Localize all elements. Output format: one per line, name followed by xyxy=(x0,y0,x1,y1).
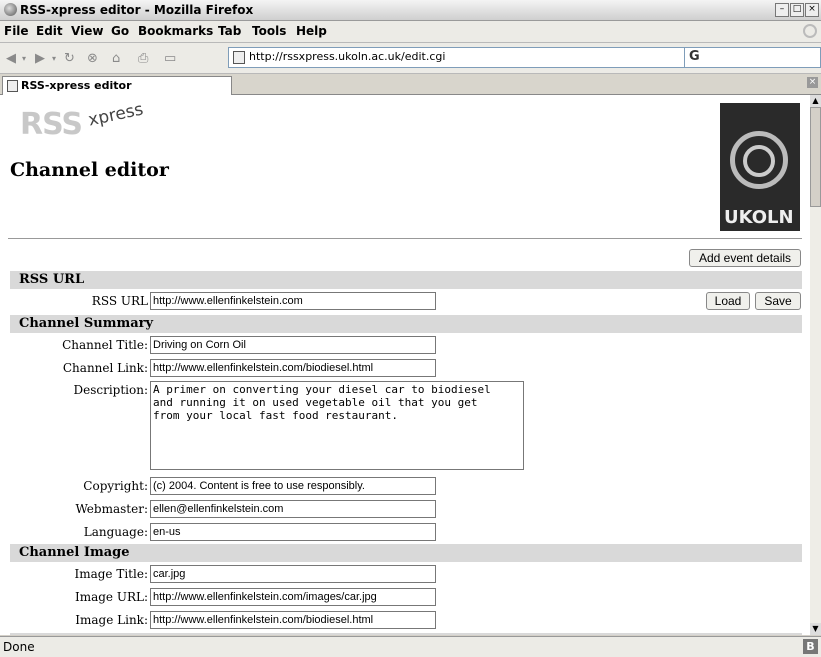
menu-file[interactable]: File xyxy=(4,24,29,38)
section-channel-image-header: Channel Image xyxy=(19,545,130,560)
print-icon[interactable]: ⎙ xyxy=(138,51,148,66)
reload-icon[interactable]: ↻ xyxy=(64,51,75,66)
channel-link-label: Channel Link: xyxy=(62,361,148,375)
channel-link-input[interactable]: http://www.ellenfinkelstein.com/biodiese… xyxy=(150,359,436,377)
add-event-details-button[interactable]: Add event details xyxy=(689,249,801,267)
google-search-icon: G xyxy=(689,49,700,64)
window-titlebar: RSS-xpress editor - Mozilla Firefox – □ … xyxy=(0,0,821,21)
throbber-icon xyxy=(803,24,817,38)
vertical-scrollbar[interactable]: ▲ ▼ xyxy=(810,95,821,635)
copyright-input[interactable]: (c) 2004. Content is free to use respons… xyxy=(150,477,436,495)
image-link-label: Image Link: xyxy=(75,613,148,627)
search-box[interactable]: G xyxy=(684,47,821,68)
page-icon xyxy=(233,51,245,64)
rss-url-input[interactable]: http://www.ellenfinkelstein.com xyxy=(150,292,436,310)
window-controls: – □ × xyxy=(775,3,819,17)
menu-view[interactable]: View xyxy=(71,24,103,38)
window-title: RSS-xpress editor - Mozilla Firefox xyxy=(20,3,254,17)
section-rss-url: RSS URL xyxy=(10,271,802,289)
image-url-label: Image URL: xyxy=(74,590,148,604)
divider xyxy=(8,238,802,239)
scroll-down-icon[interactable]: ▼ xyxy=(810,623,821,635)
close-icon[interactable]: × xyxy=(805,3,819,17)
rss-xpress-logo: RSS xpress xyxy=(20,99,160,143)
tab-rss-xpress-editor[interactable]: RSS-xpress editor xyxy=(2,76,232,95)
logo-xpress-text: xpress xyxy=(86,99,146,131)
page-setup-icon[interactable]: ▭ xyxy=(164,51,176,66)
language-label: Language: xyxy=(83,525,148,539)
description-textarea[interactable]: A primer on converting your diesel car t… xyxy=(150,381,524,470)
webmaster-input[interactable]: ellen@ellenfinkelstein.com xyxy=(150,500,436,518)
page-content: RSS xpress Channel editor UKOLN Add even… xyxy=(0,95,810,635)
maximize-icon[interactable]: □ xyxy=(790,3,804,17)
description-label: Description: xyxy=(73,383,148,397)
webmaster-label: Webmaster: xyxy=(75,502,148,516)
menu-tab[interactable]: Tab xyxy=(218,24,241,38)
logo-rss-text: RSS xyxy=(20,107,83,142)
ukoln-logo-text: UKOLN xyxy=(724,207,794,228)
menu-edit[interactable]: Edit xyxy=(36,24,63,38)
back-dropdown-icon[interactable]: ▾ xyxy=(22,54,26,63)
rss-url-label: RSS URL xyxy=(91,294,148,308)
menu-bookmarks[interactable]: Bookmarks xyxy=(138,24,213,38)
tab-bar: RSS-xpress editor × xyxy=(0,74,821,95)
menu-help[interactable]: Help xyxy=(296,24,327,38)
firefox-icon xyxy=(4,3,17,16)
ukoln-eye-inner xyxy=(743,145,775,177)
image-title-label: Image Title: xyxy=(74,567,148,581)
status-text: Done xyxy=(3,640,35,654)
menu-bar: File Edit View Go Bookmarks Tab Tools He… xyxy=(0,21,821,43)
channel-title-label: Channel Title: xyxy=(62,338,148,352)
home-icon[interactable]: ⌂ xyxy=(112,51,120,66)
image-url-input[interactable]: http://www.ellenfinkelstein.com/images/c… xyxy=(150,588,436,606)
url-bar[interactable]: http://rssxpress.ukoln.ac.uk/edit.cgi ▼ xyxy=(228,47,727,68)
forward-dropdown-icon[interactable]: ▾ xyxy=(52,54,56,63)
status-bar: Done B xyxy=(0,636,821,657)
navigation-toolbar: ◀ ▾ ▶ ▾ ↻ ⊗ ⌂ ⎙ ▭ http://rssxpress.ukoln… xyxy=(0,43,821,74)
section-channel-summary: Channel Summary xyxy=(10,315,802,333)
image-link-input[interactable]: http://www.ellenfinkelstein.com/biodiese… xyxy=(150,611,436,629)
section-next-partial xyxy=(10,633,802,635)
load-button[interactable]: Load xyxy=(706,292,750,310)
tab-label: RSS-xpress editor xyxy=(21,79,132,92)
ukoln-logo: UKOLN xyxy=(720,103,800,231)
copyright-label: Copyright: xyxy=(83,479,148,493)
tab-page-icon xyxy=(7,80,18,92)
language-input[interactable]: en-us xyxy=(150,523,436,541)
forward-icon[interactable]: ▶ xyxy=(35,51,45,66)
section-channel-image: Channel Image xyxy=(10,544,802,562)
menu-go[interactable]: Go xyxy=(111,24,129,38)
back-icon[interactable]: ◀ xyxy=(6,51,16,66)
url-text[interactable]: http://rssxpress.ukoln.ac.uk/edit.cgi xyxy=(249,50,445,63)
channel-title-input[interactable]: Driving on Corn Oil xyxy=(150,336,436,354)
menu-tools[interactable]: Tools xyxy=(252,24,286,38)
save-button[interactable]: Save xyxy=(755,292,801,310)
stop-icon[interactable]: ⊗ xyxy=(87,51,98,66)
section-rss-url-header: RSS URL xyxy=(19,272,85,287)
status-badge: B xyxy=(803,639,818,654)
minimize-icon[interactable]: – xyxy=(775,3,789,17)
page-title: Channel editor xyxy=(10,159,169,181)
tab-close-icon[interactable]: × xyxy=(807,77,818,88)
scroll-up-icon[interactable]: ▲ xyxy=(810,95,821,107)
scrollbar-thumb[interactable] xyxy=(810,107,821,207)
image-title-input[interactable]: car.jpg xyxy=(150,565,436,583)
section-channel-summary-header: Channel Summary xyxy=(19,316,154,331)
